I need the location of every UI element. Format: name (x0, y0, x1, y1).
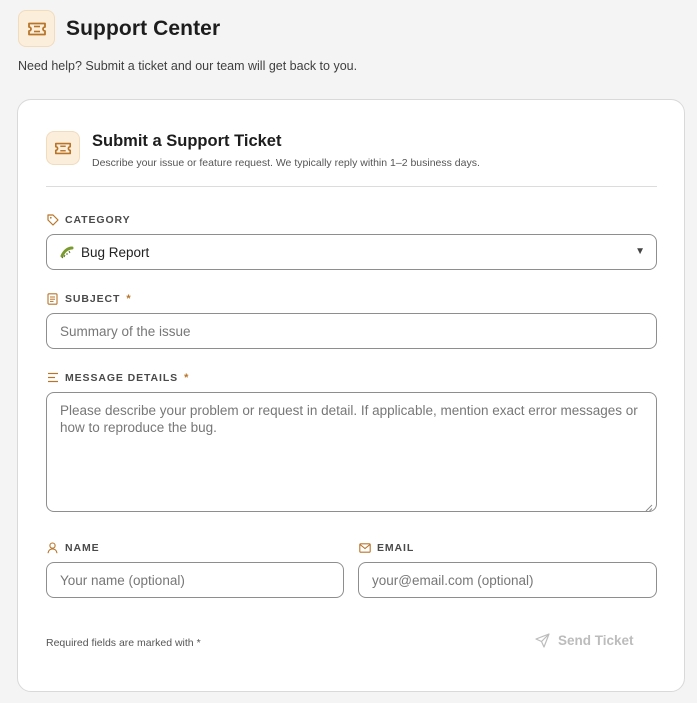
bug-icon (60, 245, 74, 259)
category-selected-value: Bug Report (81, 244, 150, 260)
required-mark: * (184, 371, 190, 384)
required-mark: * (126, 292, 132, 305)
required-fields-note: Required fields are marked with * (46, 637, 201, 649)
send-ticket-button[interactable]: Send Ticket (535, 633, 634, 648)
ticket-icon (18, 10, 55, 47)
message-textarea[interactable]: Please describe your problem or request … (46, 392, 657, 512)
form-header: Submit a Support Ticket Describe your is… (46, 131, 480, 169)
ticket-form-card: Submit a Support Ticket Describe your is… (17, 99, 685, 692)
form-description: Describe your issue or feature request. … (92, 157, 480, 169)
ticket-icon (46, 131, 80, 165)
mail-icon (358, 541, 371, 554)
tag-icon (46, 213, 59, 226)
resize-grip-icon[interactable] (645, 500, 653, 512)
app-header: Support Center (18, 10, 220, 47)
name-input[interactable]: Your name (optional) (46, 562, 344, 598)
page-title: Support Center (66, 16, 221, 40)
category-select[interactable]: Bug Report ▼ (46, 234, 657, 270)
category-label: CATEGORY (46, 213, 131, 226)
send-icon (535, 633, 550, 648)
divider (46, 186, 657, 187)
email-label: EMAIL (358, 541, 414, 554)
email-input[interactable]: your@email.com (optional) (358, 562, 657, 598)
subject-label: SUBJECT * (46, 292, 132, 305)
lines-icon (46, 371, 59, 384)
page-subtitle: Need help? Submit a ticket and our team … (18, 59, 358, 73)
user-icon (46, 541, 59, 554)
message-label: MESSAGE DETAILS * (46, 371, 189, 384)
chevron-down-icon: ▼ (635, 246, 645, 257)
subject-input[interactable]: Summary of the issue (46, 313, 657, 349)
form-title: Submit a Support Ticket (92, 132, 282, 150)
name-label: NAME (46, 541, 100, 554)
document-icon (46, 292, 59, 305)
